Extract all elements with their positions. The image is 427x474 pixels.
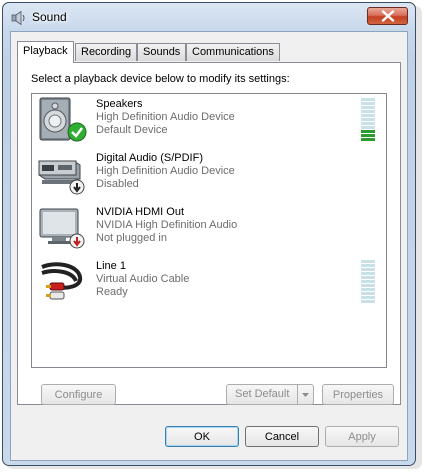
properties-button[interactable]: Properties: [322, 384, 394, 405]
dialog-client-area: Playback Recording Sounds Communications…: [10, 31, 408, 461]
meter-segment: [361, 284, 375, 287]
close-icon: [381, 10, 395, 22]
device-name: Digital Audio (S/PDIF): [96, 152, 203, 164]
close-button[interactable]: [367, 7, 408, 25]
meter-segment: [361, 138, 375, 141]
meter-segment: [361, 288, 375, 291]
volume-meter: [361, 260, 375, 304]
speaker-icon: [11, 10, 27, 26]
device-list[interactable]: Speakers High Definition Audio Device De…: [31, 93, 387, 368]
disabled-arrow-icon: [69, 179, 85, 195]
instruction-text: Select a playback device below to modify…: [31, 73, 290, 85]
meter-segment: [361, 260, 375, 263]
volume-meter: [361, 98, 375, 142]
set-default-button[interactable]: Set Default: [226, 384, 314, 405]
unplugged-icon: [69, 233, 85, 249]
sound-dialog: Sound Playback Recording Sounds Communic…: [2, 2, 416, 466]
tab-recording[interactable]: Recording: [75, 43, 138, 61]
meter-segment: [361, 98, 375, 101]
tab-communications[interactable]: Communications: [186, 43, 280, 61]
window-title: Sound: [32, 10, 67, 24]
device-item-digital-audio[interactable]: Digital Audio (S/PDIF) High Definition A…: [35, 149, 383, 199]
ok-button[interactable]: OK: [165, 426, 239, 447]
set-default-label: Set Default: [235, 388, 290, 400]
configure-button[interactable]: Configure: [41, 384, 116, 405]
meter-segment: [361, 292, 375, 295]
device-item-nvidia-hdmi[interactable]: NVIDIA HDMI Out NVIDIA High Definition A…: [35, 203, 383, 253]
device-status: Disabled: [96, 178, 139, 190]
meter-segment: [361, 272, 375, 275]
meter-segment: [361, 280, 375, 283]
device-description: High Definition Audio Device: [96, 165, 235, 177]
meter-segment: [361, 118, 375, 121]
meter-segment: [361, 134, 375, 137]
meter-segment: [361, 122, 375, 125]
device-name: NVIDIA HDMI Out: [96, 206, 185, 218]
meter-segment: [361, 296, 375, 299]
meter-segment: [361, 130, 375, 133]
device-name: Speakers: [96, 98, 143, 110]
chevron-down-icon[interactable]: [297, 385, 313, 404]
meter-segment: [361, 110, 375, 113]
device-description: High Definition Audio Device: [96, 111, 235, 123]
rca-cable-icon: [36, 259, 86, 305]
cancel-button[interactable]: Cancel: [245, 426, 319, 447]
playback-panel: Select a playback device below to modify…: [17, 62, 401, 405]
device-item-speakers[interactable]: Speakers High Definition Audio Device De…: [35, 95, 383, 145]
meter-segment: [361, 264, 375, 267]
meter-segment: [361, 114, 375, 117]
meter-segment: [361, 126, 375, 129]
apply-button[interactable]: Apply: [325, 426, 399, 447]
meter-segment: [361, 276, 375, 279]
tab-playback[interactable]: Playback: [17, 41, 74, 63]
device-status: Default Device: [96, 124, 168, 136]
title-bar[interactable]: Sound: [3, 3, 415, 31]
meter-segment: [361, 106, 375, 109]
device-status: Ready: [96, 286, 128, 298]
device-item-line-1[interactable]: Line 1 Virtual Audio Cable Ready: [35, 257, 383, 307]
device-description: Virtual Audio Cable: [96, 273, 190, 285]
checkmark-icon: [67, 122, 87, 142]
device-status: Not plugged in: [96, 232, 167, 244]
meter-segment: [361, 102, 375, 105]
tab-sounds[interactable]: Sounds: [137, 43, 187, 61]
meter-segment: [361, 268, 375, 271]
device-name: Line 1: [96, 260, 126, 272]
device-description: NVIDIA High Definition Audio: [96, 219, 238, 231]
meter-segment: [361, 300, 375, 303]
